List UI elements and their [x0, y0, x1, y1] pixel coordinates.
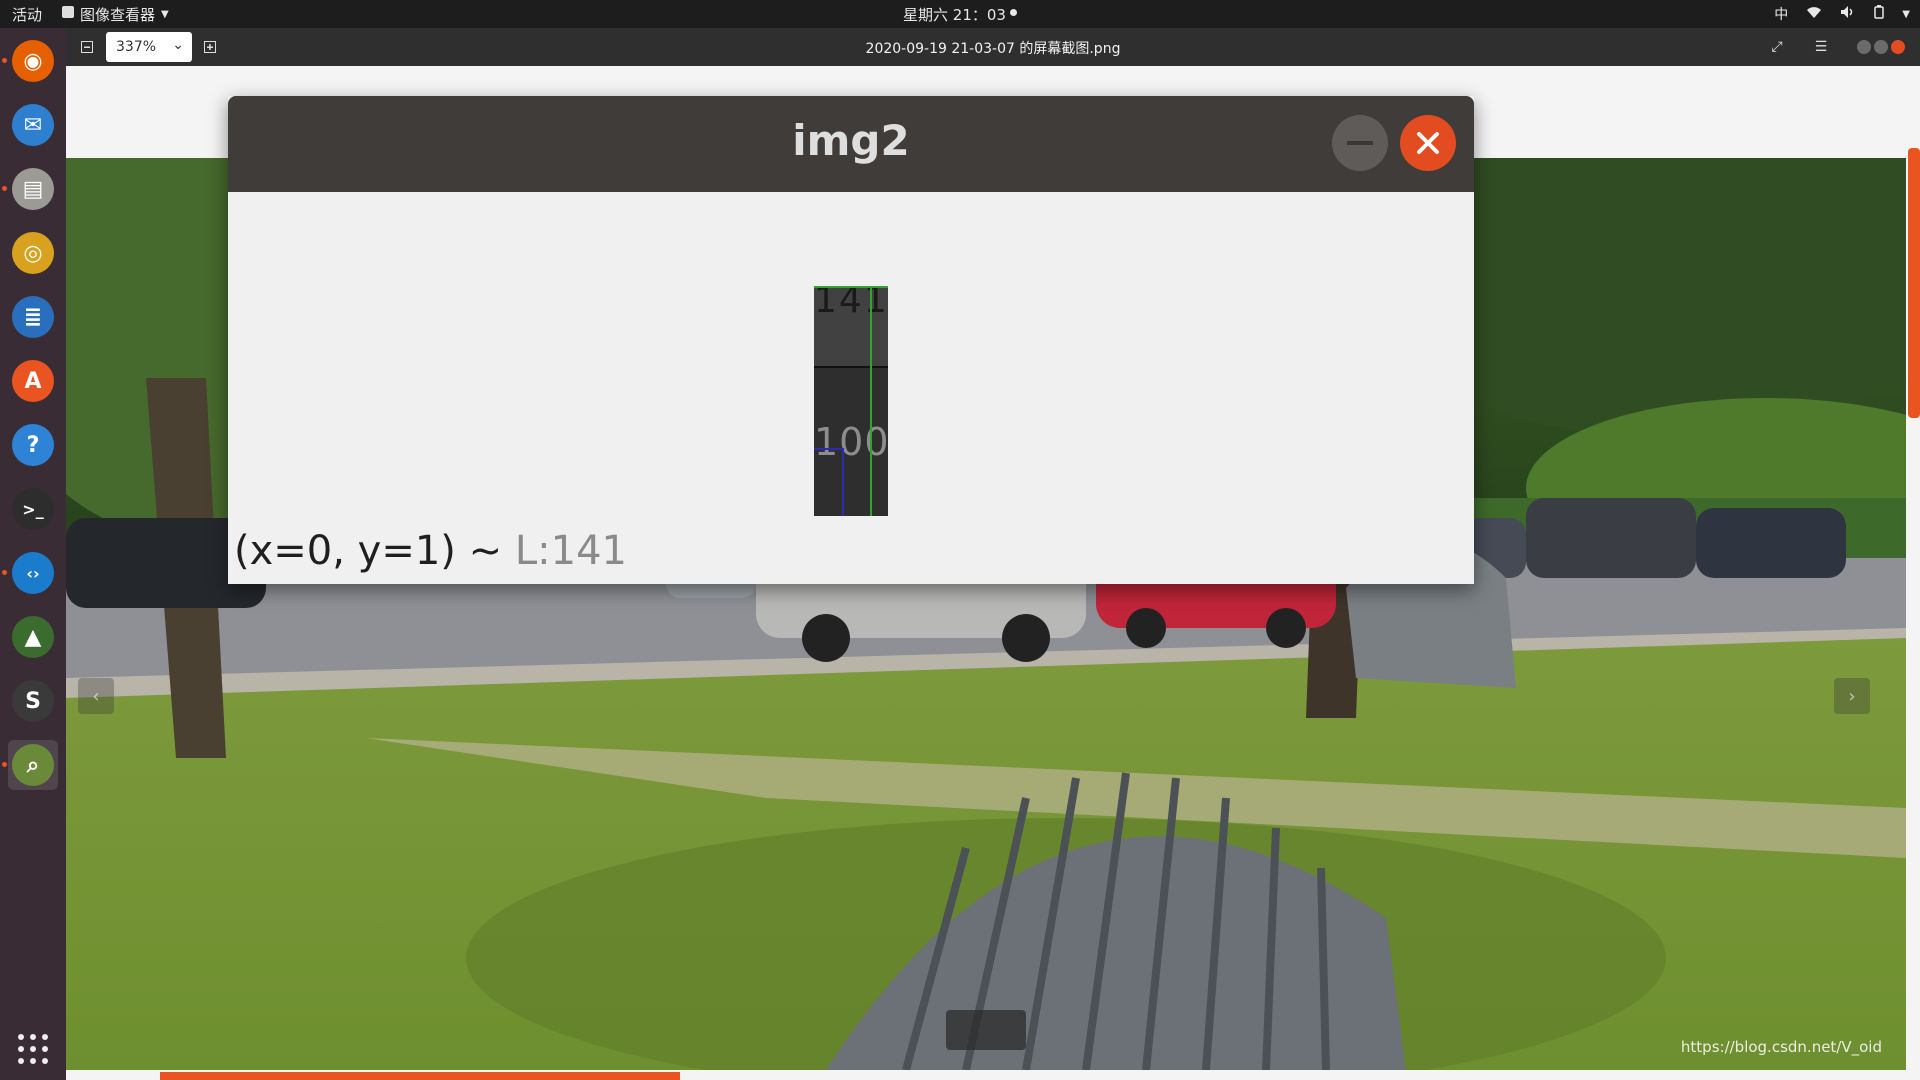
system-tray[interactable]: 中 ▼ — [1774, 4, 1910, 24]
clock-label: 星期六 21：03 — [903, 6, 1006, 24]
running-indicator-icon — [2, 58, 7, 63]
dock-item-inkscape[interactable]: ▲ — [8, 612, 58, 662]
image-viewer-window: 337% ⌄ 2020-09-19 21-03-07 的屏幕截图.png ⤢ ☰ — [66, 28, 1920, 1080]
dock-item-firefox[interactable]: ◉ — [8, 36, 58, 86]
grid-dot — [42, 1034, 48, 1040]
viewer-header-bar: 337% ⌄ 2020-09-19 21-03-07 的屏幕截图.png ⤢ ☰ — [66, 28, 1920, 66]
window-minimize-button[interactable] — [1857, 40, 1871, 54]
power-menu-chevron-icon[interactable]: ▼ — [1902, 9, 1910, 20]
close-icon — [1417, 132, 1439, 154]
dock-item-files[interactable]: ▤ — [8, 164, 58, 214]
dock-item-software[interactable]: A — [8, 356, 58, 406]
previous-image-button[interactable]: ‹ — [78, 678, 114, 714]
pixel-luminance-value: L:141 — [514, 528, 627, 574]
pixel-grid-line — [870, 286, 872, 516]
grid-dot — [18, 1046, 24, 1052]
running-indicator-icon — [2, 762, 7, 767]
help-icon: ? — [12, 424, 54, 466]
pixel-highlight-box — [814, 448, 844, 516]
grid-dot — [30, 1058, 36, 1064]
wifi-icon[interactable] — [1806, 5, 1822, 23]
opencv-close-button[interactable] — [1400, 115, 1456, 171]
grid-dot — [18, 1034, 24, 1040]
next-image-button[interactable]: › — [1834, 678, 1870, 714]
dock: ◉ ✉ ▤ ◎ ≣ A? >_ ‹› ▲ S ⌕ — [0, 28, 66, 1080]
file-title: 2020-09-19 21-03-07 的屏幕截图.png — [865, 41, 1121, 57]
battery-icon[interactable] — [1874, 5, 1885, 23]
opencv-window-title: img2 — [792, 116, 910, 165]
window-close-button[interactable] — [1891, 40, 1905, 54]
horizontal-scrollbar[interactable] — [160, 1072, 680, 1080]
dock-item-vscode[interactable]: ‹› — [8, 548, 58, 598]
dock-item-terminal[interactable]: >_ — [8, 484, 58, 534]
dock-item-rhythmbox[interactable]: ◎ — [8, 228, 58, 278]
pixel-value-top: 141 — [814, 286, 888, 321]
cursor-coordinates: (x=0, y=1) ~ — [234, 528, 515, 574]
grid-dot — [42, 1046, 48, 1052]
dock-item-sublime[interactable]: S — [8, 676, 58, 726]
volume-icon[interactable] — [1840, 5, 1856, 23]
vscode-icon: ‹› — [12, 552, 54, 594]
inkscape-icon: ▲ — [12, 616, 54, 658]
grid-dot — [30, 1046, 36, 1052]
running-indicator-icon — [2, 186, 7, 191]
rotate-controls[interactable] — [946, 1010, 1026, 1050]
top-panel: 活动 图像查看器 ▼ 星期六 21：03 中 ▼ — [0, 0, 1920, 28]
hamburger-menu-icon[interactable]: ☰ — [1810, 36, 1832, 58]
watermark-text: https://blog.csdn.net/V_oid — [1680, 1038, 1882, 1056]
grid-dot — [18, 1058, 24, 1064]
opencv-status-bar: (x=0, y=1) ~ L:141 — [234, 528, 627, 574]
writer-icon: ≣ — [12, 296, 54, 338]
app-grid-icon[interactable] — [18, 1034, 48, 1064]
dock-item-libreoffice-writer[interactable]: ≣ — [8, 292, 58, 342]
opencv-image-area: 141 100 (x=0, y=1) ~ L:141 — [228, 192, 1474, 584]
sublime-icon: S — [12, 680, 54, 722]
input-method-indicator[interactable]: 中 — [1774, 4, 1788, 24]
fullscreen-icon[interactable]: ⤢ — [1766, 36, 1788, 58]
music-icon: ◎ — [12, 232, 54, 274]
clock[interactable]: 星期六 21：03 — [0, 4, 1920, 25]
pixel-grid-line — [814, 286, 888, 288]
window-maximize-button[interactable] — [1874, 40, 1888, 54]
dock-item-image-viewer[interactable]: ⌕ — [8, 740, 58, 790]
dock-item-thunderbird[interactable]: ✉ — [8, 100, 58, 150]
opencv-window: img2 141 100 (x=0, y=1) ~ L:141 — [228, 96, 1474, 584]
grid-dot — [42, 1058, 48, 1064]
image-viewer-icon: ⌕ — [12, 744, 54, 786]
dock-item-help[interactable]: ? — [8, 420, 58, 470]
vertical-scrollbar[interactable] — [1908, 148, 1920, 418]
grid-dot — [30, 1034, 36, 1040]
notification-dot-icon — [1009, 9, 1017, 16]
opencv-titlebar: img2 — [228, 96, 1474, 192]
mail-icon: ✉ — [12, 104, 54, 146]
software-store-icon: A — [12, 360, 54, 402]
files-icon: ▤ — [12, 168, 54, 210]
zoomed-pixel-view: 141 100 — [814, 286, 888, 516]
terminal-icon: >_ — [12, 488, 54, 530]
opencv-minimize-button[interactable] — [1332, 115, 1388, 171]
firefox-icon: ◉ — [12, 40, 54, 82]
running-indicator-icon — [2, 570, 7, 575]
